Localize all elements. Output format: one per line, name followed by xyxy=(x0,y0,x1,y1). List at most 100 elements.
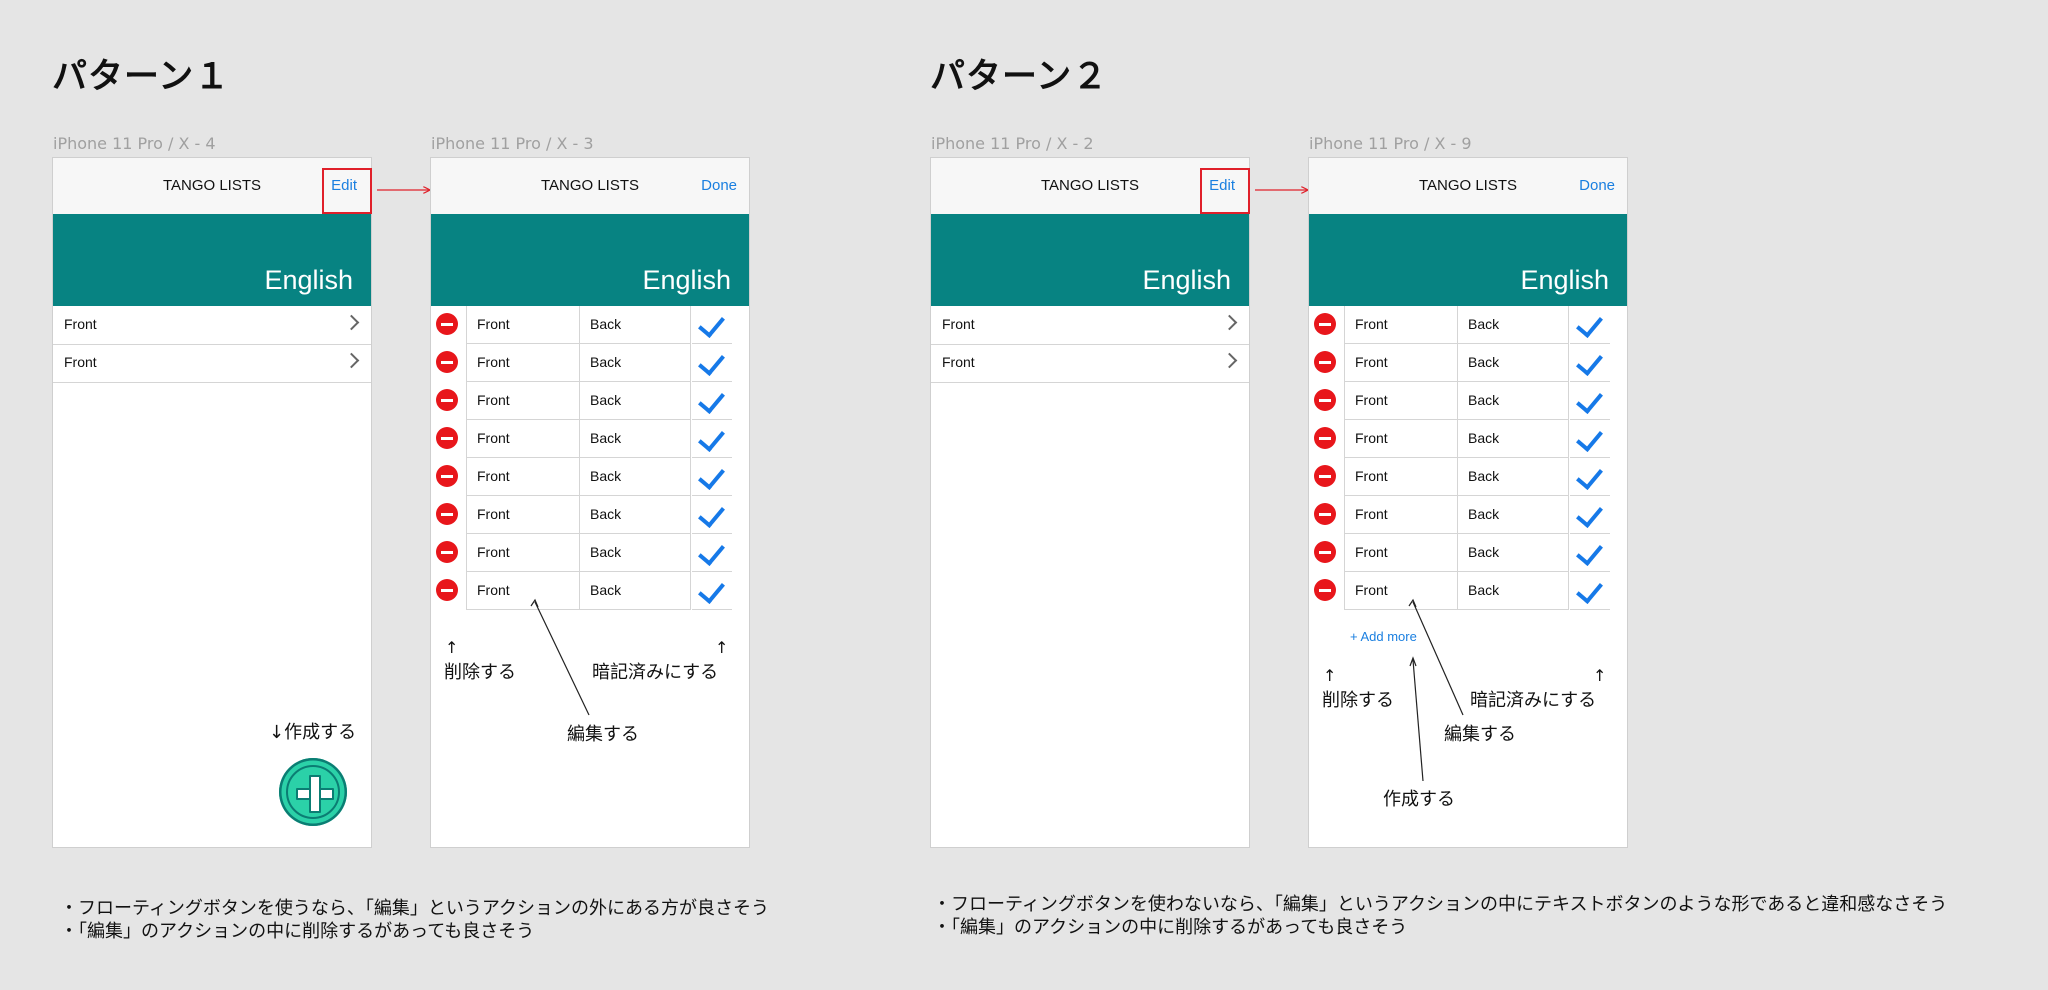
edit-row[interactable]: Front Back xyxy=(431,458,749,496)
delete-minus-icon[interactable] xyxy=(436,465,458,487)
delete-minus-icon[interactable] xyxy=(436,427,458,449)
edit-row[interactable]: Front Back xyxy=(431,420,749,458)
back-label: Back xyxy=(1468,392,1500,408)
edit-row[interactable]: Front Back xyxy=(1309,344,1627,382)
list-item[interactable]: Front xyxy=(53,306,371,345)
front-cell[interactable]: Front xyxy=(1344,572,1458,610)
pattern-2-heading: パターン２ xyxy=(930,57,1109,97)
note-line: ・フローティングボタンを使わないなら、「編集」というアクションの中にテキストボタ… xyxy=(933,894,1948,915)
highlight-box xyxy=(322,168,372,214)
checkmark-cell[interactable] xyxy=(692,420,732,458)
delete-minus-icon[interactable] xyxy=(436,389,458,411)
done-button[interactable]: Done xyxy=(1579,158,1615,214)
back-cell[interactable]: Back xyxy=(580,306,691,344)
edit-row[interactable]: Front Back xyxy=(1309,306,1627,344)
front-cell[interactable]: Front xyxy=(1344,496,1458,534)
front-cell[interactable]: Front xyxy=(466,496,580,534)
list-item[interactable]: Front xyxy=(53,344,371,383)
front-cell[interactable]: Front xyxy=(466,420,580,458)
back-cell[interactable]: Back xyxy=(580,572,691,610)
back-cell[interactable]: Back xyxy=(580,382,691,420)
back-cell[interactable]: Back xyxy=(1458,572,1569,610)
front-cell[interactable]: Front xyxy=(1344,534,1458,572)
back-cell[interactable]: Back xyxy=(1458,458,1569,496)
list-item[interactable]: Front xyxy=(931,344,1249,383)
back-cell[interactable]: Back xyxy=(580,496,691,534)
up-arrow: ↑ xyxy=(1593,666,1607,685)
edit-row[interactable]: Front Back xyxy=(1309,382,1627,420)
checkmark-cell[interactable] xyxy=(692,344,732,382)
checkmark-cell[interactable] xyxy=(1570,306,1610,344)
add-fab-button[interactable] xyxy=(279,758,347,826)
front-cell[interactable]: Front xyxy=(1344,420,1458,458)
delete-minus-icon[interactable] xyxy=(436,313,458,335)
back-label: Back xyxy=(590,430,622,446)
front-cell[interactable]: Front xyxy=(466,572,580,610)
front-cell[interactable]: Front xyxy=(1344,382,1458,420)
checkmark-cell[interactable] xyxy=(1570,420,1610,458)
edit-row[interactable]: Front Back xyxy=(431,572,749,610)
front-cell[interactable]: Front xyxy=(1344,458,1458,496)
edit-row[interactable]: Front Back xyxy=(431,382,749,420)
back-cell[interactable]: Back xyxy=(580,420,691,458)
front-cell[interactable]: Front xyxy=(1344,344,1458,382)
edit-row[interactable]: Front Back xyxy=(1309,496,1627,534)
front-cell[interactable]: Front xyxy=(466,344,580,382)
delete-minus-icon[interactable] xyxy=(1314,427,1336,449)
delete-minus-icon[interactable] xyxy=(1314,541,1336,563)
delete-minus-icon[interactable] xyxy=(436,503,458,525)
checkmark-cell[interactable] xyxy=(1570,344,1610,382)
delete-minus-icon[interactable] xyxy=(1314,389,1336,411)
checkmark-cell[interactable] xyxy=(692,496,732,534)
front-label: Front xyxy=(1355,354,1388,370)
back-cell[interactable]: Back xyxy=(1458,420,1569,458)
delete-minus-icon[interactable] xyxy=(436,351,458,373)
checkmark-cell[interactable] xyxy=(1570,458,1610,496)
edit-row[interactable]: Front Back xyxy=(431,496,749,534)
checkmark-cell[interactable] xyxy=(1570,534,1610,572)
edit-row[interactable]: Front Back xyxy=(1309,534,1627,572)
checkmark-cell[interactable] xyxy=(1570,496,1610,534)
delete-minus-icon[interactable] xyxy=(436,541,458,563)
checkmark-cell[interactable] xyxy=(692,572,732,610)
checkmark-cell[interactable] xyxy=(1570,382,1610,420)
edit-row[interactable]: Front Back xyxy=(1309,572,1627,610)
checkmark-cell[interactable] xyxy=(692,534,732,572)
delete-minus-icon[interactable] xyxy=(1314,579,1336,601)
back-cell[interactable]: Back xyxy=(1458,306,1569,344)
delete-minus-icon[interactable] xyxy=(1314,465,1336,487)
delete-minus-icon[interactable] xyxy=(1314,313,1336,335)
back-cell[interactable]: Back xyxy=(1458,344,1569,382)
back-cell[interactable]: Back xyxy=(1458,534,1569,572)
edit-row[interactable]: Front Back xyxy=(1309,458,1627,496)
back-cell[interactable]: Back xyxy=(1458,382,1569,420)
front-cell[interactable]: Front xyxy=(466,306,580,344)
done-button[interactable]: Done xyxy=(701,158,737,214)
front-cell[interactable]: Front xyxy=(466,458,580,496)
edit-row[interactable]: Front Back xyxy=(431,344,749,382)
edit-row[interactable]: Front Back xyxy=(431,534,749,572)
annotation-delete: 削除する xyxy=(1322,690,1394,711)
back-cell[interactable]: Back xyxy=(580,458,691,496)
front-label: Front xyxy=(477,544,510,560)
back-cell[interactable]: Back xyxy=(580,534,691,572)
checkmark-cell[interactable] xyxy=(692,306,732,344)
back-cell[interactable]: Back xyxy=(580,344,691,382)
add-more-button[interactable]: + Add more xyxy=(1350,629,1417,644)
back-label: Back xyxy=(590,506,622,522)
banner-title: English xyxy=(1142,265,1231,295)
front-cell[interactable]: Front xyxy=(1344,306,1458,344)
delete-minus-icon[interactable] xyxy=(1314,351,1336,373)
delete-minus-icon[interactable] xyxy=(1314,503,1336,525)
checkmark-cell[interactable] xyxy=(1570,572,1610,610)
checkmark-cell[interactable] xyxy=(692,382,732,420)
delete-minus-icon[interactable] xyxy=(436,579,458,601)
edit-row[interactable]: Front Back xyxy=(431,306,749,344)
checkmark-cell[interactable] xyxy=(692,458,732,496)
edit-row[interactable]: Front Back xyxy=(1309,420,1627,458)
list-item[interactable]: Front xyxy=(931,306,1249,345)
back-cell[interactable]: Back xyxy=(1458,496,1569,534)
front-cell[interactable]: Front xyxy=(466,382,580,420)
front-cell[interactable]: Front xyxy=(466,534,580,572)
annotation-edit: 編集する xyxy=(567,724,639,745)
